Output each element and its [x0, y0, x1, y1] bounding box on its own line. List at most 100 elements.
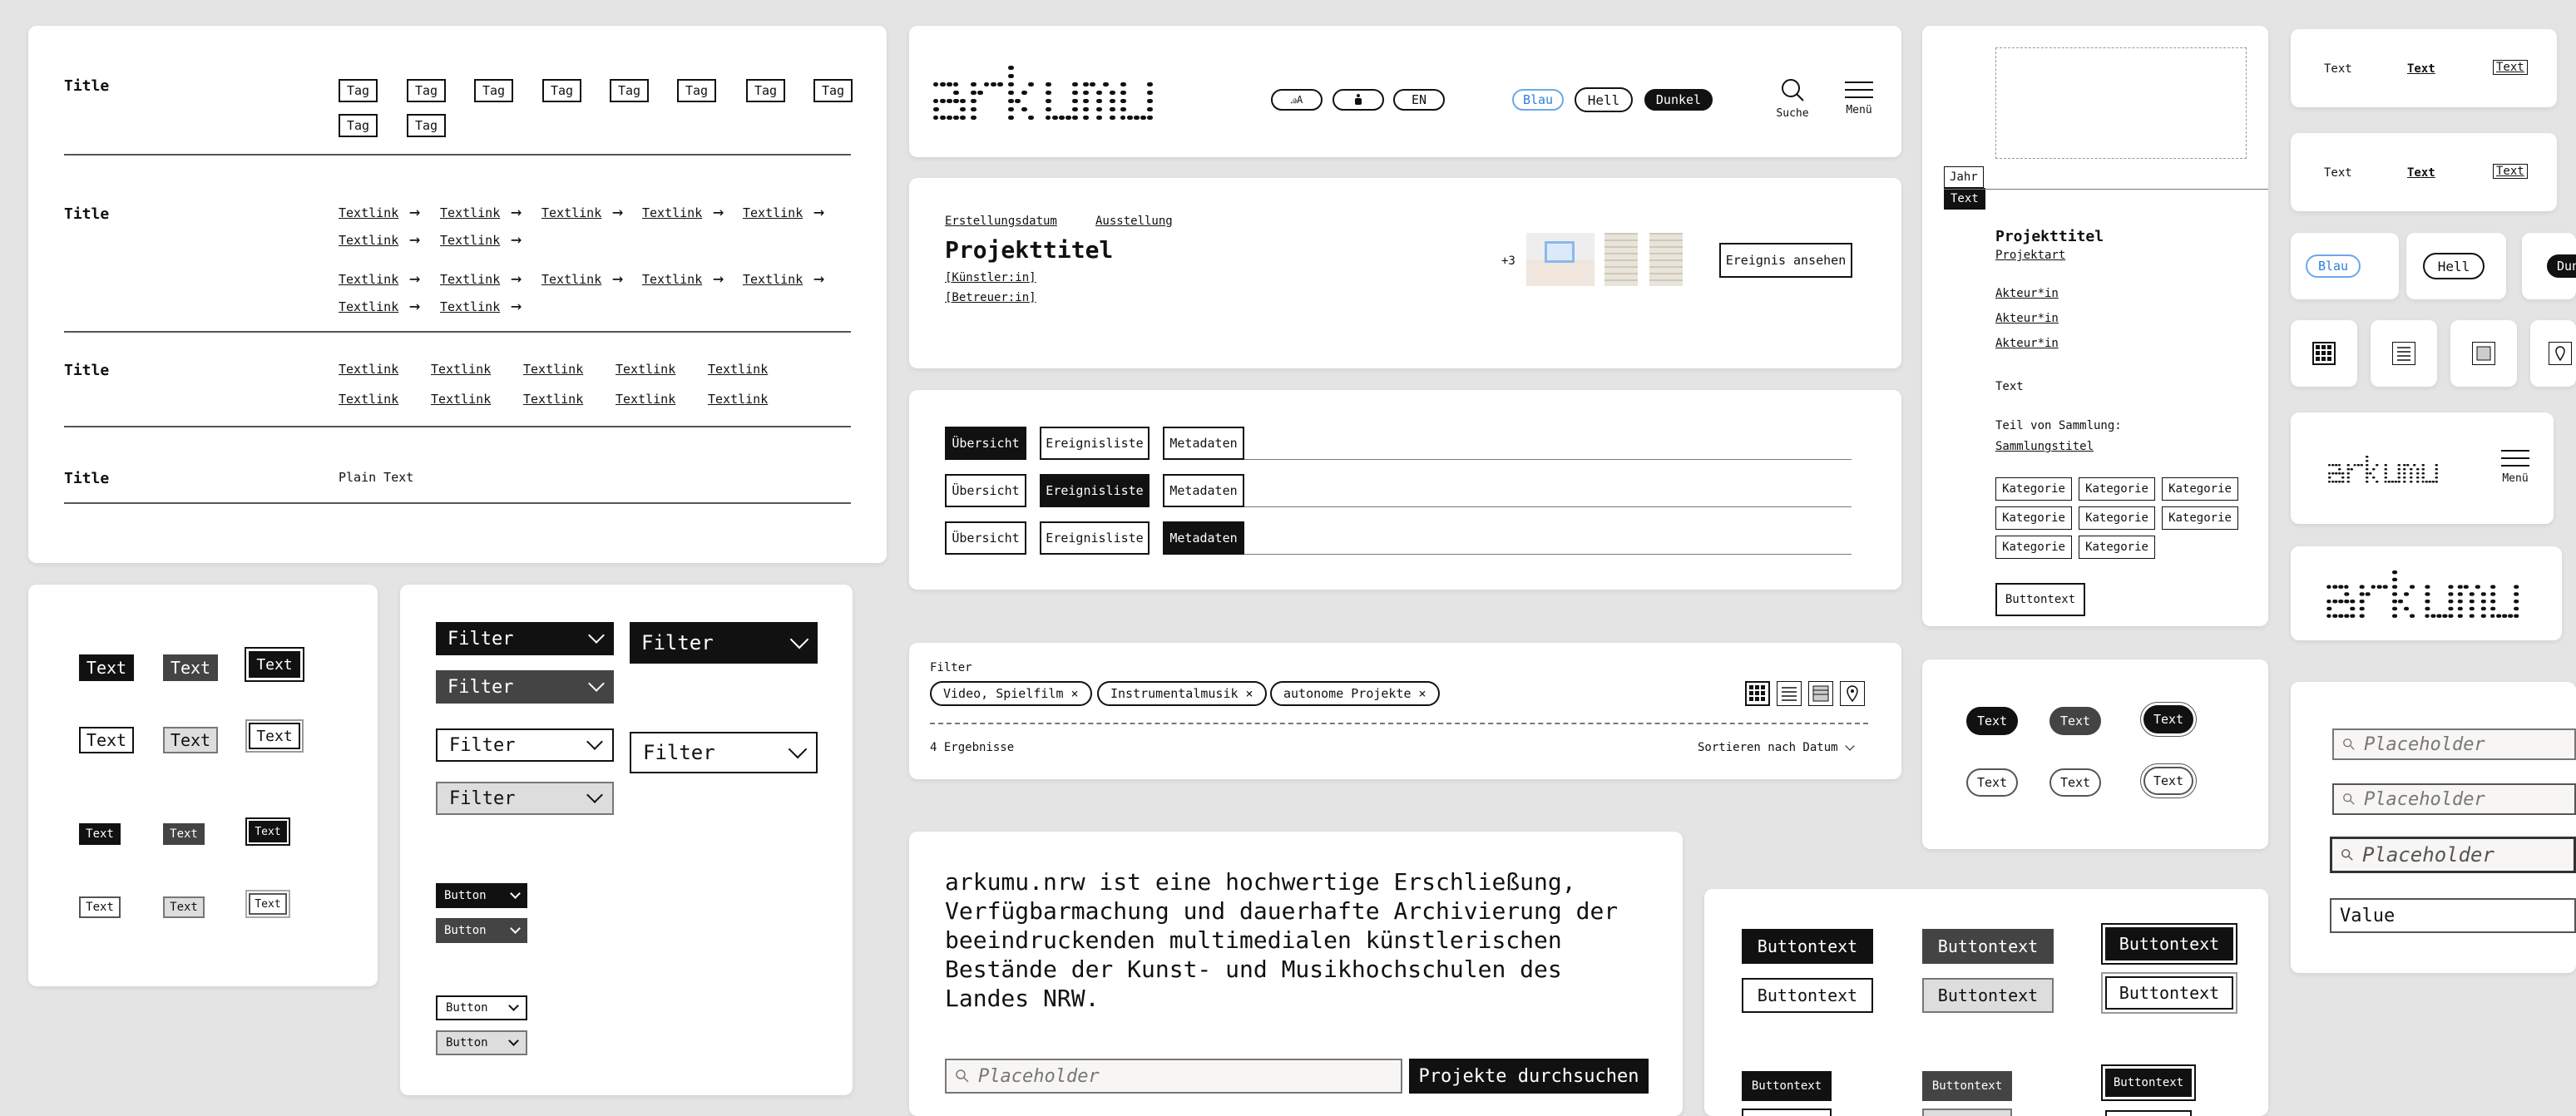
tag-chip[interactable]: Tag: [677, 79, 717, 102]
tag-chip[interactable]: Tag: [339, 79, 378, 102]
filter-dropdown-light[interactable]: Filter: [436, 782, 614, 815]
text-link[interactable]: Textlink: [440, 233, 500, 248]
tab-events[interactable]: Ereignisliste: [1040, 474, 1150, 507]
theme-light-button[interactable]: Hell: [1575, 87, 1633, 112]
theme-blue-button[interactable]: Blau: [1512, 89, 1564, 111]
actor-link[interactable]: Akteur*in: [1995, 312, 2059, 325]
small-button-outline[interactable]: Button: [436, 995, 527, 1020]
category-tag[interactable]: Kategorie: [2079, 506, 2155, 530]
pill-outline-focused[interactable]: Text: [2140, 763, 2197, 798]
text-link[interactable]: Textlink: [743, 205, 803, 220]
category-tag[interactable]: Kategorie: [2079, 536, 2155, 559]
text-label-outline-small[interactable]: Text: [79, 896, 121, 918]
text-label-gray-small[interactable]: Text: [163, 823, 205, 845]
text-label-dark-outline-small[interactable]: Text: [245, 817, 290, 846]
text-label-dark-small[interactable]: Text: [79, 823, 121, 845]
text-label-double-small[interactable]: Text: [245, 890, 290, 918]
menu-button[interactable]: Menü: [1842, 81, 1876, 119]
thumbnail-image[interactable]: [1604, 233, 1638, 286]
text-link[interactable]: Textlink: [743, 272, 803, 287]
button-outline-focused[interactable]: Buttontext: [2101, 972, 2237, 1014]
tab-overview[interactable]: Übersicht: [945, 474, 1026, 507]
button-light-small[interactable]: [1922, 1109, 2012, 1116]
theme-dark-button[interactable]: Dunkel: [1644, 89, 1713, 111]
text-link[interactable]: Textlink: [339, 392, 398, 407]
button-outline-small-focused[interactable]: [2105, 1110, 2192, 1116]
filter-dropdown-outline-large[interactable]: Filter: [630, 732, 818, 773]
arkumu-logo[interactable]: [2311, 565, 2544, 623]
text-link[interactable]: Textlink: [431, 392, 491, 407]
pill-outline-gray[interactable]: Text: [2049, 768, 2101, 797]
text-link[interactable]: Textlink: [541, 205, 601, 220]
search-projects-button[interactable]: Projekte durchsuchen: [1409, 1059, 1649, 1094]
view-list-icon[interactable]: [2392, 342, 2415, 365]
text-link[interactable]: Textlink: [541, 272, 601, 287]
tag-chip[interactable]: Tag: [339, 114, 378, 137]
view-table-icon[interactable]: [1808, 681, 1833, 706]
text-link[interactable]: Textlink: [440, 272, 500, 287]
theme-dark-button[interactable]: Dunkel: [2547, 254, 2576, 278]
tab-metadata[interactable]: Metadaten: [1163, 427, 1244, 460]
text-label-gray[interactable]: Text: [163, 654, 218, 681]
more-images-count[interactable]: +3: [1501, 254, 1515, 268]
text-link[interactable]: Textlink: [642, 205, 702, 220]
small-button-light[interactable]: Button: [436, 1030, 527, 1055]
filter-dropdown-gray[interactable]: Filter: [436, 670, 614, 704]
accessibility-toggle[interactable]: [1332, 89, 1384, 111]
category-tag[interactable]: Kategorie: [1995, 506, 2072, 530]
small-button-dark[interactable]: Button: [436, 883, 527, 908]
text-link[interactable]: Textlink: [708, 362, 768, 377]
text-link[interactable]: Text: [2324, 166, 2352, 180]
language-toggle[interactable]: EN: [1393, 89, 1445, 111]
value-input[interactable]: Value: [2330, 898, 2576, 933]
pill-outline[interactable]: Text: [1966, 768, 2018, 797]
text-link[interactable]: Textlink: [339, 233, 398, 248]
text-link[interactable]: Textlink: [523, 392, 583, 407]
thumbnail-image[interactable]: [1526, 233, 1595, 286]
project-type-link[interactable]: Projektart: [1995, 249, 2065, 262]
button-gray-small[interactable]: Buttontext: [1922, 1071, 2012, 1101]
pill-dark[interactable]: Text: [1966, 707, 2018, 735]
text-link[interactable]: Textlink: [440, 205, 500, 220]
theme-blue-button[interactable]: Blau: [2306, 254, 2361, 278]
tab-metadata[interactable]: Metadaten: [1163, 474, 1244, 507]
category-tag[interactable]: Kategorie: [1995, 536, 2072, 559]
tab-overview[interactable]: Übersicht: [945, 521, 1026, 555]
filter-chip[interactable]: autonome Projekte ×: [1270, 681, 1440, 706]
button-outline-small[interactable]: [1742, 1109, 1832, 1116]
filter-dropdown-dark-large[interactable]: Filter: [630, 622, 818, 664]
text-link[interactable]: Textlink: [339, 362, 398, 377]
tag-chip[interactable]: Tag: [610, 79, 650, 102]
search-input-focused[interactable]: Placeholder: [2330, 837, 2576, 873]
sort-dropdown[interactable]: Sortieren nach Datum: [1698, 740, 1855, 754]
text-label-light[interactable]: Text: [163, 727, 218, 753]
meta-creation-date[interactable]: Erstellungsdatum: [945, 215, 1057, 228]
project-artist[interactable]: [Künstler:in]: [945, 271, 1036, 284]
text-link[interactable]: Textlink: [431, 362, 491, 377]
search-input[interactable]: Placeholder: [2332, 728, 2576, 760]
view-map-icon[interactable]: [1840, 681, 1865, 706]
tag-chip[interactable]: Tag: [813, 79, 853, 102]
actor-link[interactable]: Akteur*in: [1995, 287, 2059, 300]
text-link-boxed[interactable]: Text: [2493, 60, 2528, 75]
text-label-light-small[interactable]: Text: [163, 896, 205, 918]
button-dark-small[interactable]: Buttontext: [1742, 1071, 1832, 1101]
view-map-icon[interactable]: [2549, 342, 2572, 365]
text-link-boxed[interactable]: Text: [2493, 164, 2528, 179]
button-dark-focused[interactable]: Buttontext: [2101, 923, 2237, 965]
tag-chip[interactable]: Tag: [746, 79, 786, 102]
filter-chip[interactable]: Instrumentalmusik ×: [1097, 681, 1267, 706]
actor-link[interactable]: Akteur*in: [1995, 337, 2059, 350]
text-label-outline[interactable]: Text: [79, 727, 134, 753]
project-title[interactable]: Projekttitel: [1995, 228, 2104, 245]
meta-exhibition[interactable]: Ausstellung: [1095, 215, 1173, 228]
pill-gray[interactable]: Text: [2049, 707, 2101, 735]
text-link[interactable]: Textlink: [339, 272, 398, 287]
view-table-icon[interactable]: [2472, 342, 2495, 365]
button-dark-small-focused[interactable]: Buttontext: [2101, 1064, 2196, 1101]
small-button-gray[interactable]: Button: [436, 918, 527, 943]
tab-overview[interactable]: Übersicht: [945, 427, 1026, 460]
text-link-bold[interactable]: Text: [2407, 62, 2435, 76]
tab-events[interactable]: Ereignisliste: [1040, 521, 1150, 555]
pill-dark-focused[interactable]: Text: [2140, 702, 2197, 737]
